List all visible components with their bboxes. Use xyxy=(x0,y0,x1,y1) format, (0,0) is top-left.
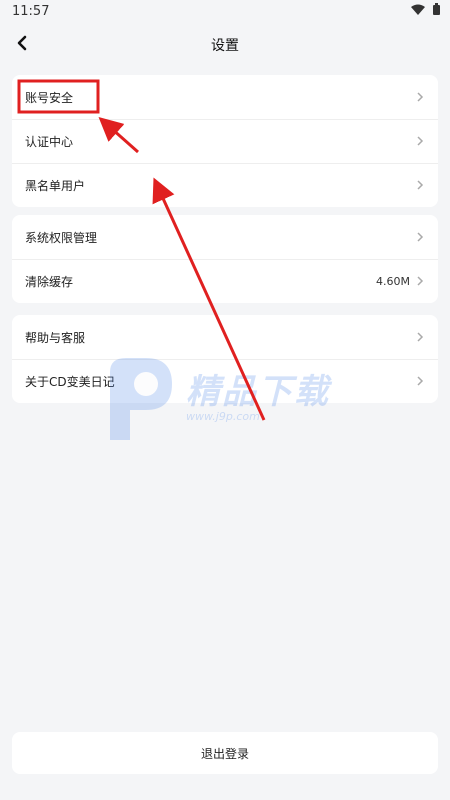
chevron-right-icon xyxy=(416,275,426,287)
row-label: 黑名单用户 xyxy=(25,178,86,193)
row-label: 帮助与客服 xyxy=(25,330,86,345)
chevron-right-icon xyxy=(416,231,426,243)
battery-icon xyxy=(433,3,440,19)
back-button[interactable] xyxy=(8,31,36,59)
row-account-security[interactable]: 账号安全 xyxy=(12,75,438,119)
status-bar: 11:57 xyxy=(0,0,450,22)
logout-label: 退出登录 xyxy=(200,746,249,761)
chevron-right-icon xyxy=(416,375,426,387)
status-icons xyxy=(411,3,440,19)
cache-size-value: 4.60M xyxy=(376,274,410,288)
page-title: 设置 xyxy=(211,38,239,54)
row-permissions[interactable]: 系统权限管理 xyxy=(12,215,438,259)
watermark-url: www.j9p.com xyxy=(186,410,260,423)
row-clear-cache[interactable]: 清除缓存 4.60M xyxy=(12,259,438,303)
row-help-support[interactable]: 帮助与客服 xyxy=(12,315,438,359)
settings-group-help: 帮助与客服 关于CD变美日记 xyxy=(12,315,438,403)
row-label: 系统权限管理 xyxy=(25,230,98,245)
settings-group-system: 系统权限管理 清除缓存 4.60M xyxy=(12,215,438,303)
chevron-right-icon xyxy=(416,135,426,147)
chevron-right-icon xyxy=(416,331,426,343)
row-about[interactable]: 关于CD变美日记 xyxy=(12,359,438,403)
row-blacklist[interactable]: 黑名单用户 xyxy=(12,163,438,207)
row-label: 关于CD变美日记 xyxy=(25,374,115,389)
chevron-right-icon xyxy=(416,91,426,103)
chevron-left-icon xyxy=(16,35,28,55)
row-label: 账号安全 xyxy=(25,90,74,105)
row-label: 认证中心 xyxy=(25,134,74,149)
wifi-icon xyxy=(411,4,425,19)
settings-group-account: 账号安全 认证中心 黑名单用户 xyxy=(12,75,438,207)
row-label: 清除缓存 xyxy=(25,274,74,289)
nav-bar: 设置 xyxy=(0,22,450,68)
chevron-right-icon xyxy=(416,179,426,191)
row-verification-center[interactable]: 认证中心 xyxy=(12,119,438,163)
status-time: 11:57 xyxy=(12,3,50,19)
logout-button[interactable]: 退出登录 xyxy=(12,732,438,774)
